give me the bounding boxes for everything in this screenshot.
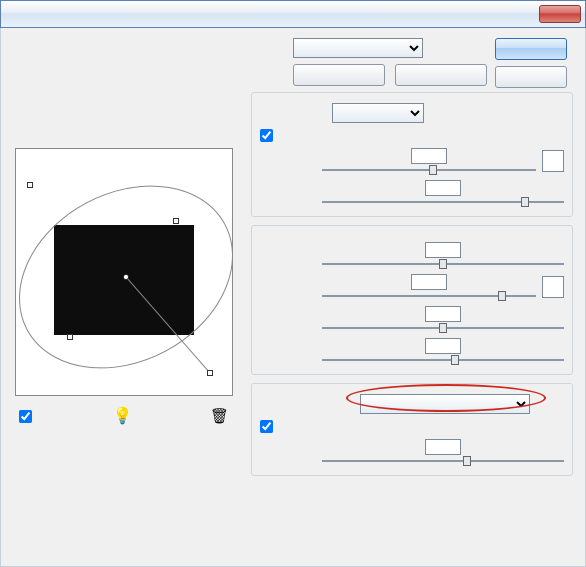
focus-slider[interactable] <box>322 198 564 206</box>
gloss-slider[interactable] <box>322 260 564 268</box>
style-select[interactable] <box>293 38 423 58</box>
ok-button[interactable] <box>495 38 567 60</box>
light-handle[interactable] <box>67 334 73 340</box>
exposure-row <box>260 306 564 332</box>
texture-group <box>251 383 573 476</box>
save-button[interactable] <box>293 64 385 86</box>
focus-value[interactable] <box>425 180 461 196</box>
slider-thumb[interactable] <box>439 259 447 269</box>
intensity-slider[interactable] <box>322 166 536 174</box>
slider-thumb[interactable] <box>521 197 529 207</box>
material-row <box>260 274 564 300</box>
on-checkbox-label[interactable] <box>260 129 276 142</box>
preview-checkbox[interactable] <box>19 410 32 423</box>
gloss-value[interactable] <box>425 242 461 258</box>
dialog-body: 💡 🗑 <box>0 28 586 567</box>
preview-panel: 💡 🗑 <box>15 148 233 426</box>
on-checkbox[interactable] <box>260 129 273 142</box>
slider-thumb[interactable] <box>463 456 471 466</box>
exposure-value[interactable] <box>425 306 461 322</box>
height-value[interactable] <box>425 439 461 455</box>
height-row <box>260 439 564 465</box>
close-button[interactable] <box>539 5 581 23</box>
light-type-group <box>251 92 573 217</box>
light-handle[interactable] <box>173 218 179 224</box>
focus-row <box>260 180 564 206</box>
ambience-row <box>260 338 564 364</box>
title-bar <box>0 0 586 28</box>
delete-button[interactable] <box>395 64 487 86</box>
exposure-slider[interactable] <box>322 324 564 332</box>
height-slider[interactable] <box>322 457 564 465</box>
light-gizmo <box>16 149 233 396</box>
intensity-value[interactable] <box>411 148 447 164</box>
ambient-color-swatch[interactable] <box>542 276 564 298</box>
ambience-slider[interactable] <box>322 356 564 364</box>
texture-select[interactable] <box>360 394 530 414</box>
material-value[interactable] <box>411 274 447 290</box>
slider-thumb[interactable] <box>498 291 506 301</box>
cancel-button[interactable] <box>495 66 567 88</box>
material-slider[interactable] <box>322 292 536 300</box>
lightbulb-icon[interactable]: 💡 <box>113 406 133 426</box>
preview-canvas[interactable] <box>15 148 233 396</box>
light-center-handle[interactable] <box>123 274 129 280</box>
light-type-select[interactable] <box>332 103 424 123</box>
slider-thumb[interactable] <box>451 355 459 365</box>
slider-thumb[interactable] <box>439 323 447 333</box>
white-high-checkbox[interactable] <box>260 420 273 433</box>
intensity-row <box>260 148 564 174</box>
white-high-label[interactable] <box>260 420 276 433</box>
light-handle[interactable] <box>207 370 213 376</box>
trash-icon[interactable]: 🗑 <box>210 407 229 425</box>
preview-checkbox-label[interactable] <box>19 410 35 423</box>
gloss-row <box>260 242 564 268</box>
slider-thumb[interactable] <box>429 165 437 175</box>
ambience-value[interactable] <box>425 338 461 354</box>
light-color-swatch[interactable] <box>542 150 564 172</box>
properties-group <box>251 225 573 375</box>
light-handle[interactable] <box>27 182 33 188</box>
